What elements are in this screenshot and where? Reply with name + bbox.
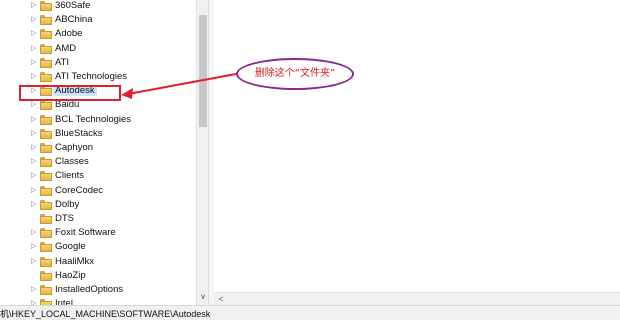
- expand-arrow-icon[interactable]: ▷: [31, 144, 37, 152]
- expand-arrow-icon[interactable]: ▷: [31, 158, 37, 166]
- expand-arrow-icon[interactable]: ▷: [31, 30, 37, 38]
- tree-item[interactable]: ▷ Google: [0, 240, 196, 254]
- registry-tree[interactable]: ▷ 360Safe ▷ ABChina ▷ Adobe ▷ AMD ▷ ATI ▷ ATI Techn…: [0, 0, 196, 305]
- tree-item[interactable]: HaoZip: [0, 269, 196, 283]
- tree-item-label: Caphyon: [55, 142, 94, 153]
- tree-item[interactable]: DTS: [0, 212, 196, 226]
- tree-item-label: ABChina: [55, 14, 93, 26]
- tree-item-label: 360Safe: [55, 0, 91, 11]
- expand-arrow-icon[interactable]: ▷: [31, 258, 37, 266]
- tree-item[interactable]: ▷ ATI Technologies: [0, 70, 196, 84]
- expand-arrow-icon[interactable]: ▷: [31, 59, 37, 67]
- scroll-down-arrow-icon[interactable]: ∨: [198, 292, 208, 302]
- folder-icon: [40, 171, 52, 182]
- folder-icon: [40, 1, 52, 11]
- tree-item-label: Adobe: [55, 28, 83, 40]
- folder-icon: [40, 228, 52, 239]
- tree-item[interactable]: ▷ BCL Technologies: [0, 113, 196, 127]
- tree-item-label: Intel: [55, 298, 73, 305]
- expand-arrow-icon[interactable]: ▷: [31, 130, 37, 138]
- tree-item-label: Google: [55, 241, 86, 253]
- folder-icon: [40, 43, 52, 54]
- folder-icon: [40, 57, 52, 68]
- expand-arrow-icon[interactable]: ▷: [31, 286, 37, 294]
- tree-item[interactable]: ▷ Classes: [0, 155, 196, 169]
- expand-arrow-icon[interactable]: ▷: [31, 187, 37, 195]
- status-bar: 机\HKEY_LOCAL_MACHINE\SOFTWARE\Autodesk: [0, 305, 620, 320]
- folder-icon: [40, 143, 52, 153]
- tree-item[interactable]: ▷ CoreCodec: [0, 184, 196, 198]
- expand-arrow-icon[interactable]: ▷: [31, 73, 37, 81]
- folder-icon: [40, 256, 52, 267]
- scrollbar-thumb[interactable]: [199, 15, 207, 127]
- folder-icon: [40, 100, 52, 111]
- tree-item-label: ATI Technologies: [55, 71, 127, 82]
- tree-item-label: InstalledOptions: [55, 284, 124, 295]
- tree-item[interactable]: ▷ ABChina: [0, 13, 196, 27]
- folder-icon: [40, 199, 52, 210]
- tree-item[interactable]: ▷ Adobe: [0, 27, 196, 41]
- tree-item-label: Baidu: [55, 99, 80, 111]
- tree-item[interactable]: ▷ Intel: [0, 297, 196, 305]
- tree-item-label: ATI: [55, 56, 70, 68]
- folder-icon: [40, 15, 52, 26]
- annotation-callout: 删除这个“文件夹”: [236, 58, 354, 90]
- tree-item-label: DTS: [55, 213, 74, 224]
- values-pane[interactable]: [214, 0, 620, 305]
- folder-icon: [40, 114, 52, 125]
- tree-item[interactable]: ▷ Clients: [0, 169, 196, 183]
- tree-item[interactable]: ▷ HaaliMkx: [0, 255, 196, 269]
- expand-arrow-icon[interactable]: ▷: [31, 45, 37, 53]
- tree-item[interactable]: ▷ InstalledOptions: [0, 283, 196, 297]
- expand-arrow-icon[interactable]: ▷: [31, 201, 37, 209]
- tree-item-label: BlueStacks: [55, 127, 103, 139]
- tree-item-label: Clients: [55, 170, 85, 182]
- folder-icon: [40, 29, 52, 40]
- tree-item-label: AMD: [55, 42, 77, 54]
- tree-item-label: Classes: [55, 156, 89, 168]
- tree-item[interactable]: ▷ AMD: [0, 42, 196, 56]
- expand-arrow-icon[interactable]: ▷: [31, 2, 37, 10]
- status-path: 机\HKEY_LOCAL_MACHINE\SOFTWARE\Autodesk: [0, 309, 211, 319]
- folder-icon: [40, 128, 52, 139]
- annotation-text: 删除这个“文件夹”: [254, 68, 336, 79]
- highlight-box: [19, 85, 121, 101]
- tree-item-label: HaoZip: [55, 269, 86, 281]
- values-horizontal-scrollbar[interactable]: <: [214, 292, 620, 306]
- tree-item[interactable]: ▷ Foxit Software: [0, 226, 196, 240]
- expand-arrow-icon[interactable]: ▷: [31, 172, 37, 180]
- tree-item-label: BCL Technologies: [55, 113, 132, 125]
- folder-icon: [40, 214, 52, 224]
- tree-item[interactable]: ▷ 360Safe: [0, 0, 196, 13]
- folder-icon: [40, 270, 52, 281]
- tree-item-label: Dolby: [55, 198, 80, 210]
- tree-item[interactable]: ▷ BlueStacks: [0, 127, 196, 141]
- expand-arrow-icon[interactable]: ▷: [31, 243, 37, 251]
- folder-icon: [40, 157, 52, 168]
- folder-icon: [40, 185, 52, 196]
- tree-item-label: Foxit Software: [55, 227, 116, 239]
- expand-arrow-icon[interactable]: ▷: [31, 229, 37, 237]
- tree-item[interactable]: ▷ Caphyon: [0, 141, 196, 155]
- folder-icon: [40, 72, 52, 82]
- tree-item-label: CoreCodec: [55, 184, 104, 196]
- folder-icon: [40, 285, 52, 295]
- tree-item[interactable]: ▷ Dolby: [0, 198, 196, 212]
- tree-item[interactable]: ▷ ATI: [0, 56, 196, 70]
- expand-arrow-icon[interactable]: ▷: [31, 16, 37, 24]
- expand-arrow-icon[interactable]: ▷: [31, 116, 37, 124]
- folder-icon: [40, 242, 52, 253]
- tree-item-label: HaaliMkx: [55, 255, 95, 267]
- expand-arrow-icon[interactable]: ▷: [31, 101, 37, 109]
